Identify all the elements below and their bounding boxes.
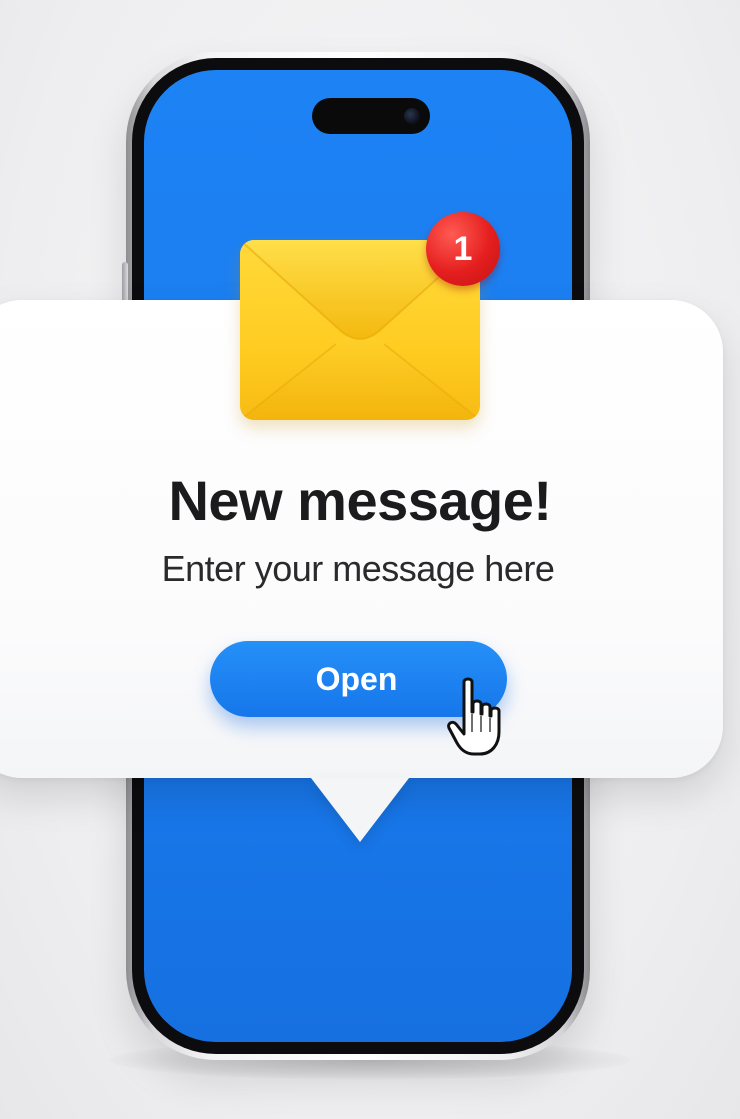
unread-count-badge: 1	[426, 212, 500, 286]
notification-card-tail	[311, 778, 409, 842]
hand-pointer-icon	[446, 676, 510, 758]
dynamic-island	[312, 98, 430, 134]
phone-action-button	[122, 262, 128, 302]
front-camera	[404, 108, 420, 124]
scene: 1 New message! Enter your message here O…	[0, 0, 740, 1119]
notification-subtitle: Enter your message here	[161, 548, 555, 589]
notification-title: New message!	[168, 469, 552, 532]
